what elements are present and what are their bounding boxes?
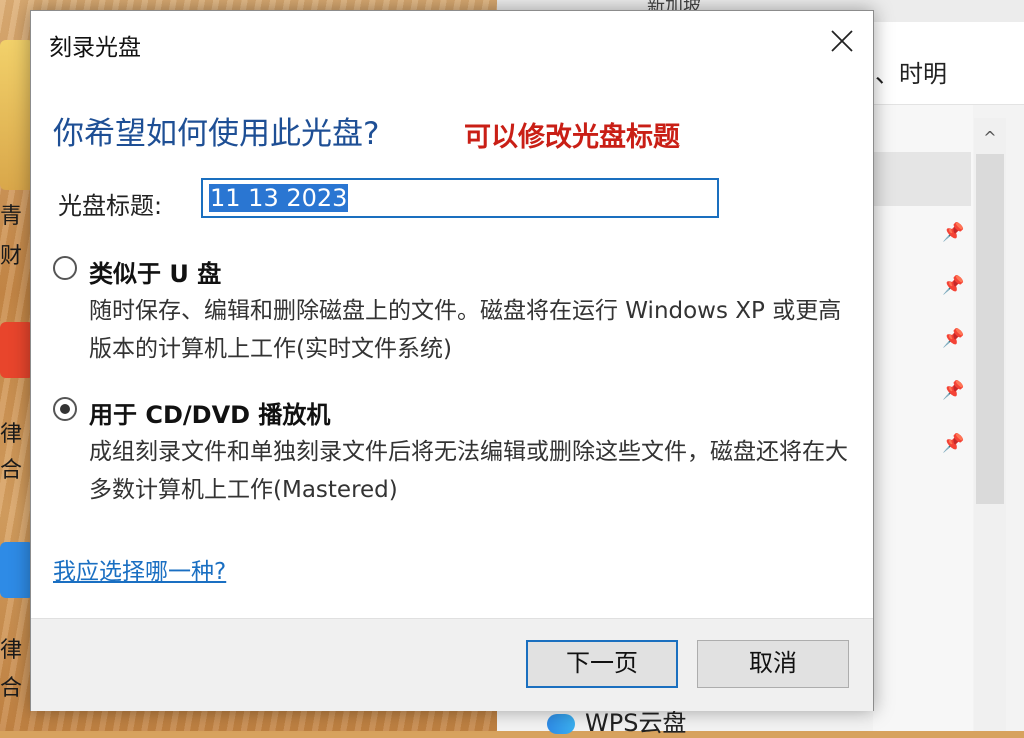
option-title[interactable]: 类似于 U 盘 [89,254,221,289]
dialog-heading: 你希望如何使用此光盘? [53,116,380,152]
desktop-icon-label: 合 [0,676,23,701]
scroll-thumb[interactable] [976,154,1004,504]
disc-title-input[interactable]: 11 13 2023 [201,178,719,218]
annotation-note: 可以修改光盘标题 [464,122,680,153]
app-shortcut-icon[interactable] [0,322,34,378]
pin-icon[interactable]: 📌 [942,380,964,402]
scroll-up-icon[interactable]: ^ [974,126,1006,150]
dialog-footer: 下一页 取消 [31,618,873,711]
burn-disc-dialog: 刻录光盘 你希望如何使用此光盘? 可以修改光盘标题 光盘标题: 11 13 20… [30,10,874,711]
wps-cloud-label: WPS云盘 [585,709,687,737]
option-description: 随时保存、编辑和删除磁盘上的文件。磁盘将在运行 Windows XP 或更高版本… [89,298,842,362]
pin-icon[interactable]: 📌 [942,275,964,297]
desktop-icon-label: 律 [0,422,23,447]
app-shortcut-icon[interactable] [0,542,34,598]
disc-title-value: 11 13 2023 [209,184,349,212]
radio-cd-dvd-player[interactable] [53,397,77,421]
desktop-icon-label: 律 [0,638,23,663]
option-description: 成组刻录文件和单独刻录文件后将无法编辑或删除这些文件，磁盘还将在大多数计算机上工… [89,439,848,503]
option-title[interactable]: 用于 CD/DVD 播放机 [89,395,330,430]
desktop-icon-label: 合 [0,458,23,483]
cancel-button[interactable]: 取消 [697,640,849,688]
close-icon [831,30,853,52]
explorer-scrollbar[interactable]: ^ [974,118,1006,731]
desktop-icon-label: 财 [0,244,23,269]
quick-access-selected-item[interactable] [873,152,971,206]
pin-icon[interactable]: 📌 [942,433,964,455]
desktop-icon-label: 青 [0,204,23,229]
disc-title-label: 光盘标题: [58,192,163,220]
help-link[interactable]: 我应选择哪一种? [53,552,226,586]
dialog-titlebar[interactable]: 刻录光盘 [31,11,873,73]
close-button[interactable] [817,17,867,67]
pin-icon[interactable]: 📌 [942,222,964,244]
dialog-title: 刻录光盘 [49,35,141,61]
radio-usb-like[interactable] [53,256,77,280]
explorer-breadcrumb[interactable]: 、时明 [875,54,947,89]
cloud-icon [547,714,575,734]
next-button[interactable]: 下一页 [526,640,678,688]
pin-icon[interactable]: 📌 [942,328,964,350]
desktop-folder-icon[interactable] [0,40,34,190]
